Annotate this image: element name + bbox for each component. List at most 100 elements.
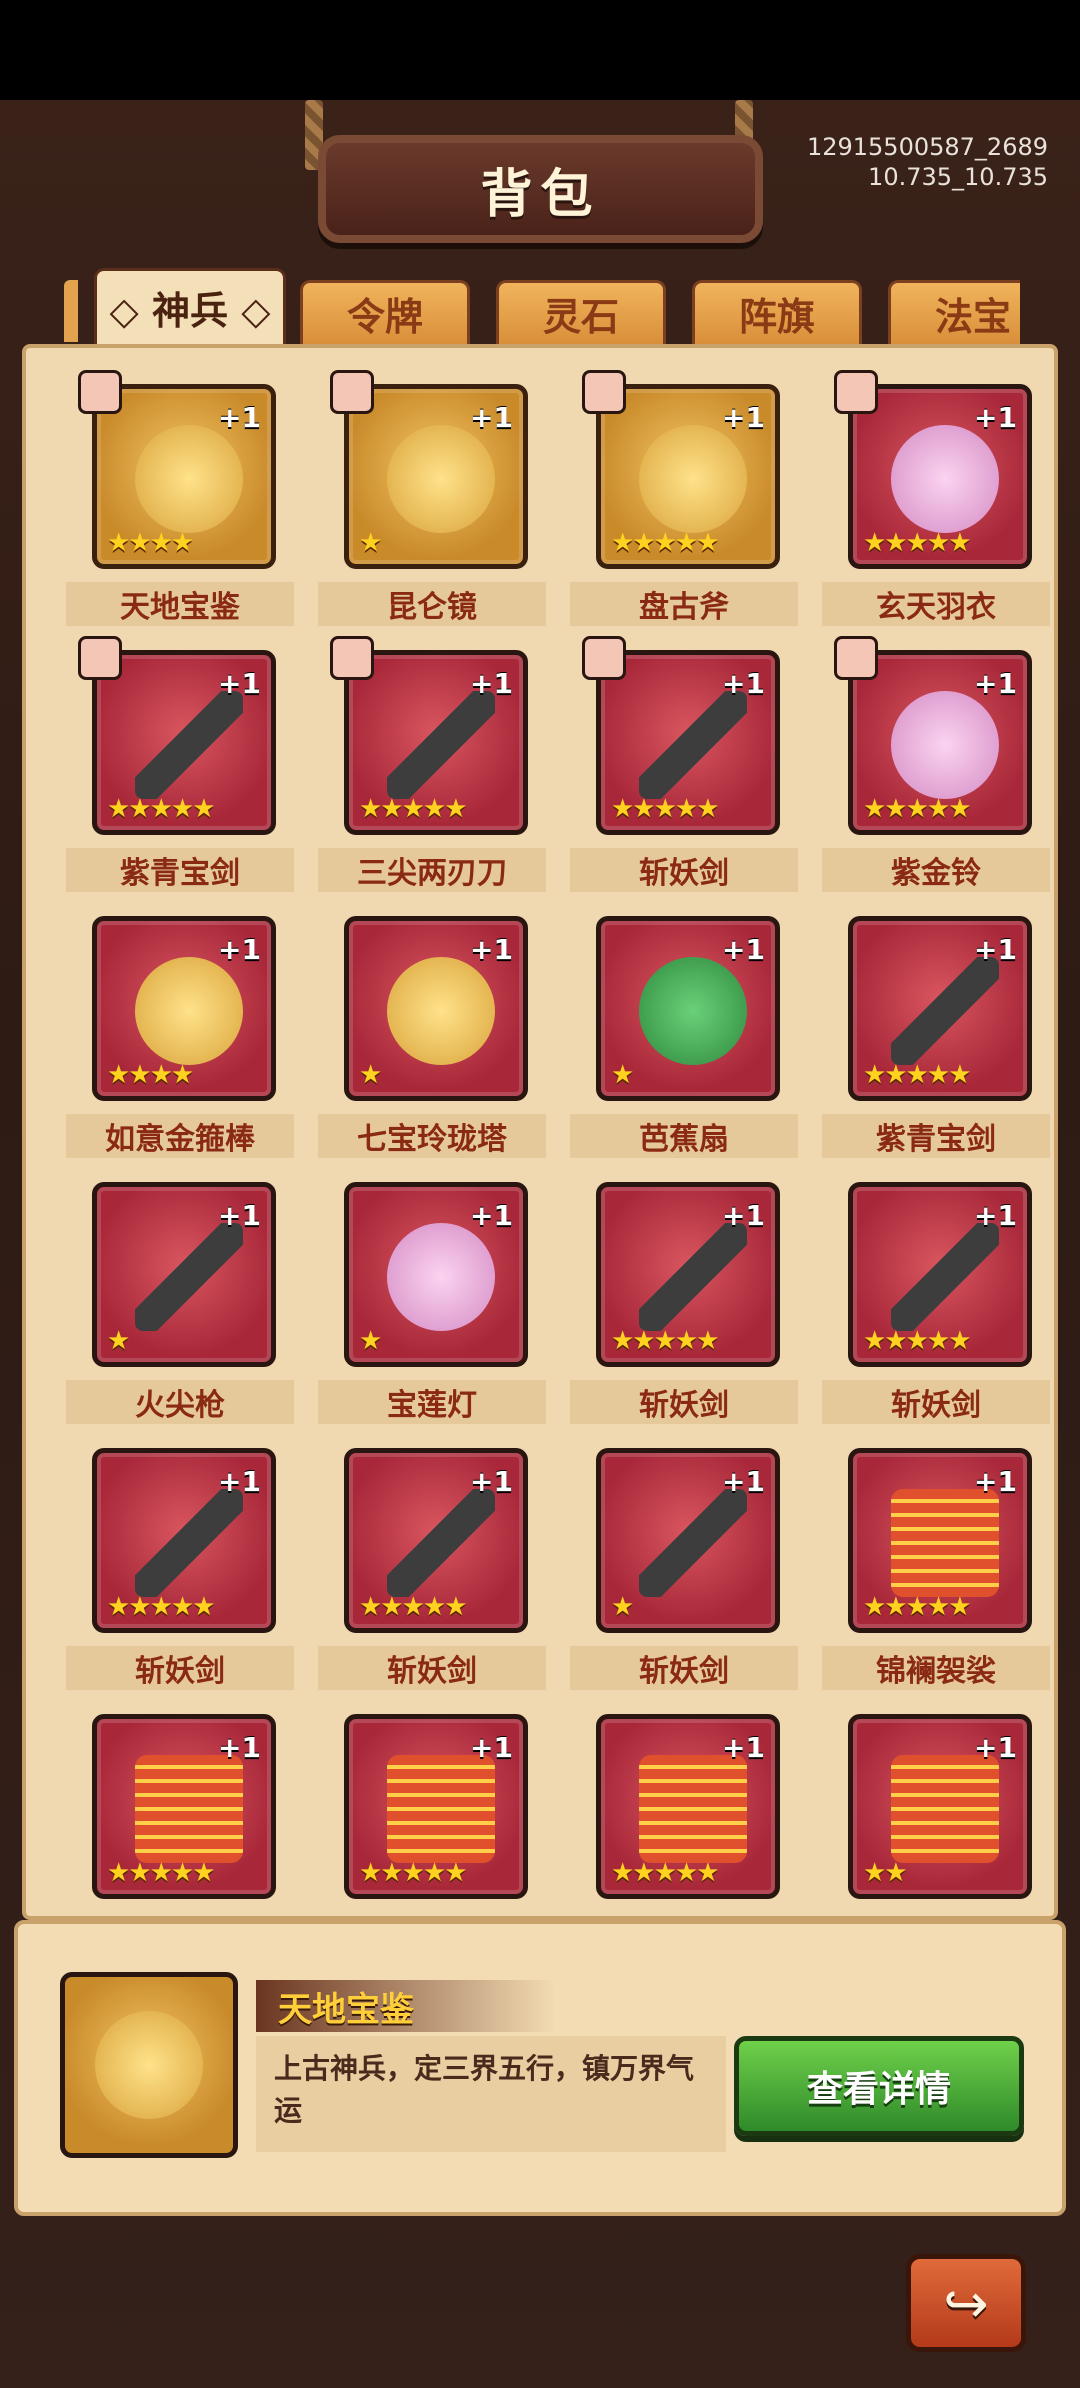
tab-zhenqi[interactable]: 阵旗 [692, 280, 862, 344]
item-card[interactable]: +1 ★★★★★ [344, 650, 528, 835]
item-card[interactable]: +1 ★ [596, 1448, 780, 1633]
inventory-item[interactable]: +1 ★★★★★ 斩妖剑 [318, 1448, 546, 1708]
inventory-item[interactable]: +1 ★★★★★ [318, 1714, 546, 1916]
item-name: 紫青宝剑 [66, 848, 294, 892]
inventory-item[interactable]: +1 ★★★★ 天地宝鉴 [66, 370, 294, 644]
item-name: 昆仑镜 [318, 582, 546, 626]
tab-lingshi[interactable]: 灵石 [496, 280, 666, 344]
item-name: 紫金铃 [822, 848, 1050, 892]
item-card[interactable]: +1 ★★★★★ [344, 1448, 528, 1633]
inventory-item[interactable]: +1 ★★★★★ 紫青宝剑 [822, 916, 1050, 1176]
item-stars: ★★★★ [107, 1060, 194, 1090]
item-card[interactable]: +1 ★★★★★ [596, 1182, 780, 1367]
inventory-item[interactable]: +1 ★★★★★ 斩妖剑 [570, 1182, 798, 1442]
item-card[interactable]: +1 ★ [596, 916, 780, 1101]
item-stars: ★ [359, 1326, 382, 1356]
item-name: 三尖两刃刀 [318, 848, 546, 892]
inventory-item[interactable]: +1 ★★★★★ 玄天羽衣 [822, 370, 1050, 644]
inventory-item[interactable]: +1 ★ 火尖枪 [66, 1182, 294, 1442]
inventory-item[interactable]: +1 ★★★★★ 紫金铃 [822, 636, 1050, 910]
view-details-button[interactable]: 查看详情 [734, 2036, 1024, 2136]
item-card[interactable]: +1 ★★★★★ [92, 1714, 276, 1899]
category-tabs: ◇ 神兵 ◇ 令牌 灵石 阵旗 法宝 [64, 268, 1020, 344]
item-count: +1 [470, 933, 513, 966]
item-art [891, 1489, 999, 1597]
item-stars: ★★★★★ [359, 1858, 468, 1888]
item-card[interactable]: +1 ★★★★★ [848, 1448, 1032, 1633]
inventory-item[interactable]: +1 ★ 芭蕉扇 [570, 916, 798, 1176]
item-art [387, 957, 495, 1065]
inventory-item[interactable]: +1 ★★★★★ 盘古斧 [570, 370, 798, 644]
inventory-item[interactable]: +1 ★ 七宝玲珑塔 [318, 916, 546, 1176]
item-card[interactable]: +1 ★ [344, 384, 528, 569]
item-card[interactable]: +1 ★★★★★ [92, 650, 276, 835]
item-card[interactable]: +1 ★★★★★ [848, 1182, 1032, 1367]
detail-item-thumbnail [60, 1972, 238, 2158]
item-stars: ★★★★★ [107, 1858, 216, 1888]
inventory-item[interactable]: +1 ★★★★★ 斩妖剑 [570, 636, 798, 910]
item-card[interactable]: +1 ★ [92, 1182, 276, 1367]
item-card[interactable]: +1 ★★★★★ [848, 384, 1032, 569]
tab-fabao[interactable]: 法宝 [888, 280, 1020, 344]
item-name: 天地宝鉴 [66, 582, 294, 626]
inventory-panel: +1 ★★★★ 天地宝鉴 +1 ★ 昆仑镜 +1 ★★★★★ 盘古斧 +1 ★★★★★ 玄天羽衣 +1 ★… [22, 344, 1058, 1920]
item-count: +1 [470, 401, 513, 434]
owner-avatar-icon [330, 636, 374, 680]
item-stars: ★★★★★ [611, 1858, 720, 1888]
build-info-line2: 10.735_10.735 [868, 163, 1048, 191]
back-button[interactable]: ↪ [906, 2254, 1026, 2352]
inventory-item[interactable]: +1 ★ 昆仑镜 [318, 370, 546, 644]
inventory-item[interactable]: +1 ★ 宝莲灯 [318, 1182, 546, 1442]
item-card[interactable]: +1 ★★★★ [92, 916, 276, 1101]
item-count: +1 [722, 1199, 765, 1232]
item-card[interactable]: +1 ★★ [848, 1714, 1032, 1899]
owner-avatar-icon [78, 370, 122, 414]
inventory-item[interactable]: +1 ★★★★★ 斩妖剑 [822, 1182, 1050, 1442]
inventory-item[interactable]: +1 ★★★★ 如意金箍棒 [66, 916, 294, 1176]
item-name: 斩妖剑 [570, 848, 798, 892]
tab-shenbing[interactable]: ◇ 神兵 ◇ [94, 268, 286, 344]
tab-scroll-edge [64, 280, 78, 342]
item-card[interactable]: +1 ★ [344, 916, 528, 1101]
item-card[interactable]: +1 ★★★★★ [596, 650, 780, 835]
build-info-line1: 12915500587_2689 [806, 133, 1048, 161]
item-card[interactable]: +1 ★ [344, 1182, 528, 1367]
item-card[interactable]: +1 ★★★★★ [92, 1448, 276, 1633]
item-stars: ★★★★★ [863, 1592, 972, 1622]
build-info: 12915500587_2689 10.735_10.735 [807, 132, 1048, 192]
item-count: +1 [218, 667, 261, 700]
page-title: 背包 [480, 164, 601, 225]
item-name: 锦襕袈裟 [822, 1646, 1050, 1690]
item-stars: ★★★★★ [863, 528, 972, 558]
item-card[interactable]: +1 ★★★★ [92, 384, 276, 569]
item-count: +1 [722, 401, 765, 434]
tab-lingpai[interactable]: 令牌 [300, 280, 470, 344]
item-stars: ★★★★★ [863, 794, 972, 824]
item-stars: ★★★★★ [107, 794, 216, 824]
inventory-item[interactable]: +1 ★★★★★ 三尖两刃刀 [318, 636, 546, 910]
item-card[interactable]: +1 ★★★★★ [596, 384, 780, 569]
item-stars: ★★★★★ [107, 1592, 216, 1622]
item-name: 盘古斧 [570, 582, 798, 626]
inventory-item[interactable]: +1 ★★★★★ 斩妖剑 [66, 1448, 294, 1708]
inventory-item[interactable]: +1 ★★★★★ [570, 1714, 798, 1916]
item-stars: ★ [611, 1060, 634, 1090]
item-name: 紫青宝剑 [822, 1114, 1050, 1158]
item-card[interactable]: +1 ★★★★★ [596, 1714, 780, 1899]
item-name: 斩妖剑 [570, 1380, 798, 1424]
item-card[interactable]: +1 ★★★★★ [848, 650, 1032, 835]
detail-item-description: 上古神兵，定三界五行，镇万界气运 [256, 2036, 726, 2152]
item-art [891, 957, 999, 1065]
inventory-item[interactable]: +1 ★★ [822, 1714, 1050, 1916]
item-name: 芭蕉扇 [570, 1114, 798, 1158]
item-stars: ★★★★★ [863, 1326, 972, 1356]
item-art [639, 957, 747, 1065]
inventory-item[interactable]: +1 ★★★★★ 锦襕袈裟 [822, 1448, 1050, 1708]
inventory-item[interactable]: +1 ★★★★★ 紫青宝剑 [66, 636, 294, 910]
inventory-item[interactable]: +1 ★★★★★ [66, 1714, 294, 1916]
item-card[interactable]: +1 ★★★★★ [344, 1714, 528, 1899]
item-card[interactable]: +1 ★★★★★ [848, 916, 1032, 1101]
inventory-item[interactable]: +1 ★ 斩妖剑 [570, 1448, 798, 1708]
title-plate: 背包 [318, 135, 763, 243]
return-arrow-icon: ↪ [943, 2271, 989, 2335]
